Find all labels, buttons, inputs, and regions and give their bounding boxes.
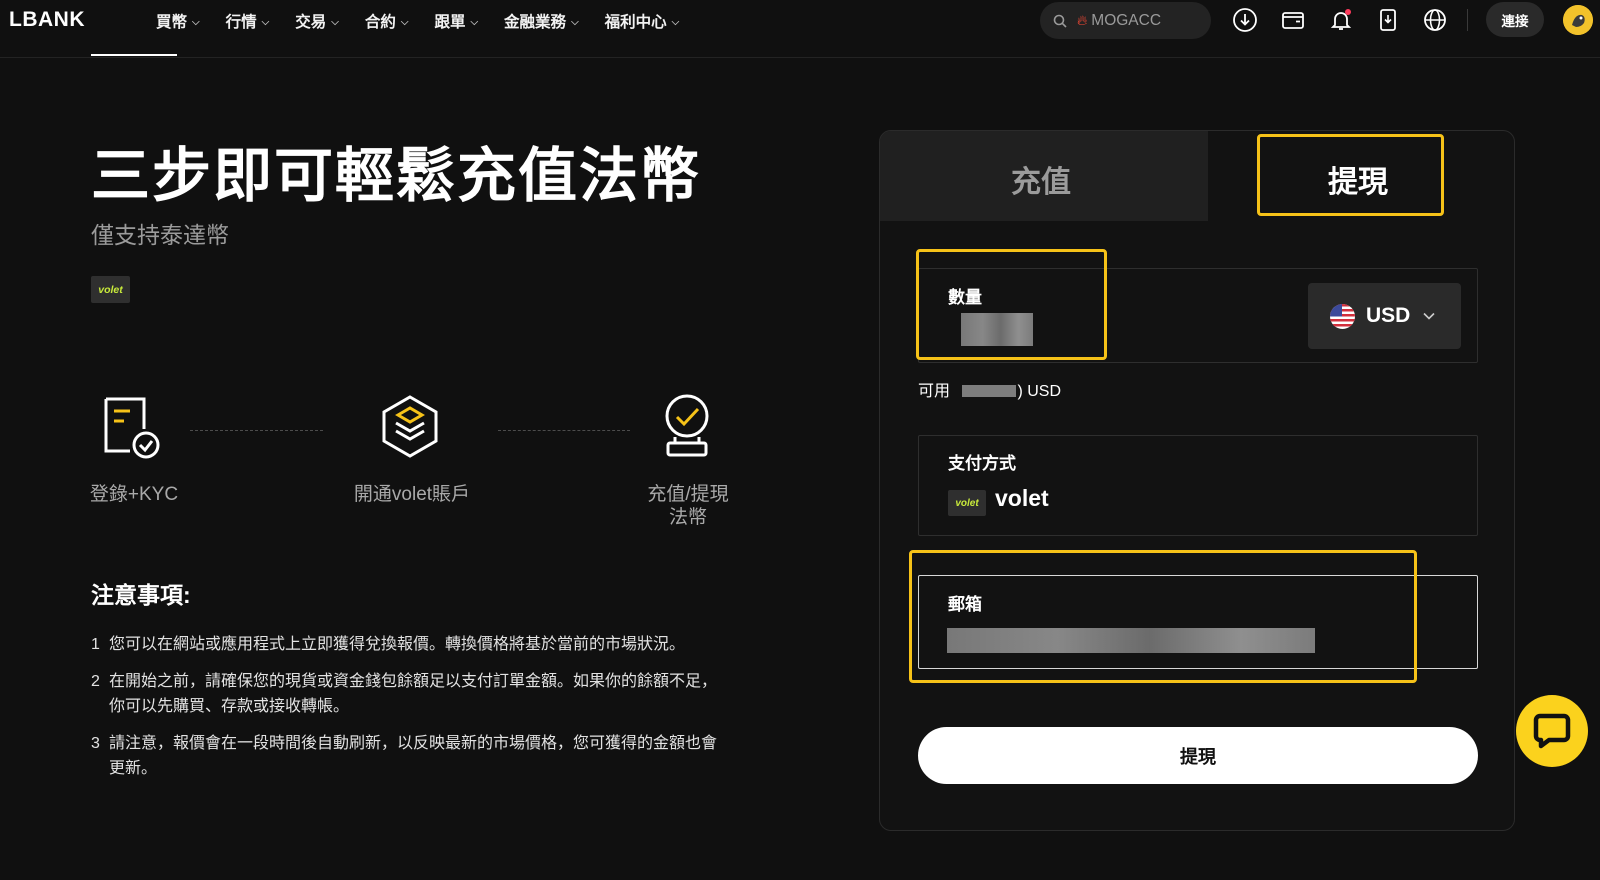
fire-icon: 🔥︎ bbox=[1077, 12, 1088, 28]
lbank-logo[interactable]: LBANK bbox=[9, 8, 85, 32]
chevron-down-icon: ⌵ bbox=[400, 16, 409, 28]
page-title: 三步即可輕鬆充值法幣 bbox=[91, 143, 702, 209]
available-amount-redacted bbox=[962, 385, 1017, 397]
currency-select[interactable]: USD bbox=[1308, 283, 1461, 349]
payment-method-name: volet bbox=[995, 485, 1049, 511]
us-flag-icon bbox=[1330, 303, 1355, 329]
document-check-icon bbox=[104, 397, 160, 459]
menu-item-label: 交易 bbox=[295, 14, 327, 31]
chevron-down-icon: ⌵ bbox=[470, 16, 479, 28]
step-label: 登錄+KYC bbox=[89, 484, 179, 505]
note-text: 在開始之前，請確保您的現貨或資金錢包餘額足以支付訂單金額。如果你的餘額不足，你可… bbox=[109, 673, 718, 715]
mobile-app-icon[interactable] bbox=[1375, 7, 1401, 33]
menu-item-label: 跟單 bbox=[434, 14, 466, 31]
note-item: 2 在開始之前，請確保您的現貨或資金錢包餘額足以支付訂單金額。如果你的餘額不足，… bbox=[91, 669, 731, 719]
menu-item-trade[interactable]: 交易 ⌵ bbox=[295, 10, 339, 32]
top-navigation: LBANK 買幣 ⌵ 行情 ⌵ 交易 ⌵ 合約 ⌵ 跟單 ⌵ 金融業務 ⌵ 福利… bbox=[0, 0, 1600, 58]
available-suffix: ) USD bbox=[1017, 383, 1062, 400]
tab-withdraw[interactable]: 提現 bbox=[1328, 157, 1388, 201]
user-avatar[interactable] bbox=[1563, 5, 1593, 35]
email-value-redacted[interactable] bbox=[947, 628, 1315, 653]
note-item: 3 請注意，報價會在一段時間後自動刷新，以反映最新的市場價格，您可獲得的金額也會… bbox=[91, 731, 731, 781]
note-item: 1 您可以在網站或應用程式上立即獲得兌換報價。轉換價格將基於當前的市場狀況。 bbox=[91, 632, 731, 657]
menu-item-rewards[interactable]: 福利中心 ⌵ bbox=[605, 10, 680, 32]
note-text: 您可以在網站或應用程式上立即獲得兌換報價。轉換價格將基於當前的市場狀況。 bbox=[109, 636, 686, 653]
step-label: 開通volet賬戶 bbox=[353, 484, 471, 505]
nav-divider bbox=[1467, 9, 1468, 31]
note-number: 1 bbox=[91, 636, 100, 653]
available-balance: 可用 ) USD bbox=[918, 377, 1061, 401]
menu-item-label: 買幣 bbox=[156, 14, 188, 31]
available-prefix: 可用 bbox=[918, 383, 951, 400]
note-number: 3 bbox=[91, 735, 100, 752]
search-icon bbox=[1053, 14, 1067, 28]
search-placeholder: MOGACC bbox=[1091, 11, 1162, 29]
notification-bell-icon[interactable] bbox=[1328, 7, 1354, 33]
layers-stack-icon bbox=[382, 395, 438, 458]
deposit-check-icon bbox=[665, 394, 709, 457]
payment-method-label: 支付方式 bbox=[948, 454, 1016, 473]
note-number: 2 bbox=[91, 673, 100, 690]
volet-logo-badge: volet bbox=[948, 490, 986, 516]
menu-item-markets[interactable]: 行情 ⌵ bbox=[226, 10, 270, 32]
chat-bubble-icon bbox=[1533, 713, 1571, 749]
menu-item-copy-trading[interactable]: 跟單 ⌵ bbox=[434, 10, 478, 32]
note-text: 請注意，報價會在一段時間後自動刷新，以反映最新的市場價格，您可獲得的金額也會更新… bbox=[109, 735, 718, 777]
menu-item-label: 金融業務 bbox=[504, 14, 567, 31]
chevron-down-icon: ⌵ bbox=[331, 16, 339, 28]
menu-item-label: 福利中心 bbox=[604, 14, 667, 31]
menu-item-finance[interactable]: 金融業務 ⌵ bbox=[504, 10, 579, 32]
menu-item-futures[interactable]: 合約 ⌵ bbox=[365, 10, 409, 32]
wallet-icon[interactable] bbox=[1280, 7, 1306, 33]
chevron-down-icon bbox=[1423, 312, 1435, 320]
menu-item-buy-crypto[interactable]: 買幣 ⌵ bbox=[156, 10, 200, 32]
chevron-down-icon: ⌵ bbox=[571, 16, 579, 28]
search-input[interactable]: 🔥︎ MOGACC bbox=[1040, 2, 1211, 39]
currency-code: USD bbox=[1366, 304, 1411, 327]
chevron-down-icon: ⌵ bbox=[671, 16, 680, 28]
step-connector bbox=[190, 430, 323, 431]
email-field[interactable] bbox=[918, 575, 1478, 669]
notes-heading: 注意事項: bbox=[91, 582, 191, 608]
connect-button[interactable]: 連接 bbox=[1486, 2, 1544, 37]
tab-deposit[interactable]: 充值 bbox=[1011, 157, 1071, 201]
step-connector bbox=[498, 430, 630, 431]
page-subtitle: 僅支持泰達幣 bbox=[91, 222, 229, 248]
volet-logo-badge: volet bbox=[91, 276, 130, 303]
amount-label: 數量 bbox=[948, 288, 982, 307]
chevron-down-icon: ⌵ bbox=[192, 16, 200, 28]
active-nav-underline bbox=[91, 54, 177, 56]
chevron-down-icon: ⌵ bbox=[261, 16, 270, 28]
menu-item-label: 行情 bbox=[225, 14, 257, 31]
download-icon[interactable] bbox=[1232, 7, 1258, 33]
email-label: 郵箱 bbox=[948, 595, 982, 614]
globe-language-icon[interactable] bbox=[1422, 7, 1448, 33]
menu-item-label: 合約 bbox=[364, 14, 396, 31]
main-menu: 買幣 ⌵ 行情 ⌵ 交易 ⌵ 合約 ⌵ 跟單 ⌵ 金融業務 ⌵ 福利中心 ⌵ bbox=[156, 10, 705, 32]
support-chat-button[interactable] bbox=[1516, 695, 1588, 767]
step-label: 充值/提現 法幣 bbox=[647, 484, 729, 528]
amount-value-redacted[interactable] bbox=[961, 313, 1033, 346]
withdraw-submit-button[interactable]: 提現 bbox=[918, 727, 1478, 784]
